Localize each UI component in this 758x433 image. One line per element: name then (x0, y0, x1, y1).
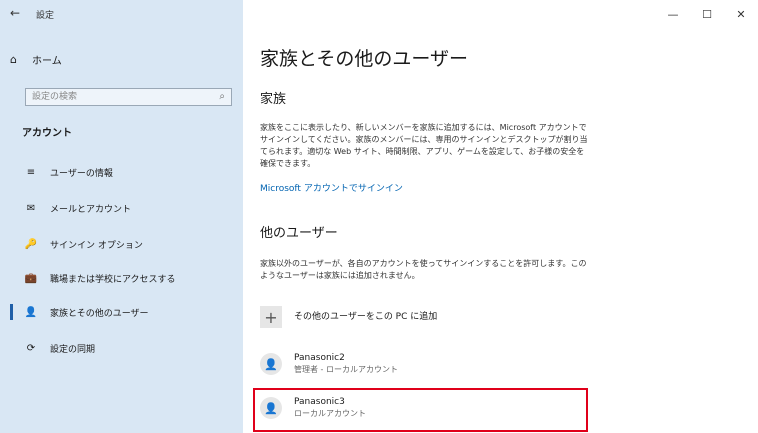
maximize-icon[interactable]: ☐ (690, 0, 724, 28)
person-icon: 👤 (24, 306, 38, 318)
key-icon: 🔑 (24, 238, 38, 250)
sidebar-item-label: ユーザーの情報 (50, 168, 113, 179)
user-role: ローカルアカウント (294, 409, 366, 418)
home-icon: ⌂ (10, 53, 17, 66)
plus-icon: + (260, 306, 282, 328)
back-arrow-icon[interactable]: ← (10, 6, 20, 20)
other-users-description: 家族以外のユーザーが、各自のアカウントを使ってサインインすることを許可します。こ… (260, 259, 587, 280)
sidebar-item-email-accounts[interactable]: ✉ メールとアカウント (0, 196, 243, 220)
section-heading: アカウント (22, 128, 72, 139)
sidebar-item-label: メールとアカウント (50, 204, 132, 215)
sidebar-item-your-info[interactable]: ≡ ユーザーの情報 (0, 160, 243, 184)
user-role: 管理者 - ローカルアカウント (294, 365, 398, 374)
person-icon: 👤 (260, 353, 282, 375)
user-item-panasonic2[interactable]: 👤 Panasonic2 管理者 - ローカルアカウント (260, 352, 398, 376)
search-input[interactable]: 設定の検索 ⌕ (25, 88, 232, 106)
list-person-icon: ≡ (26, 166, 36, 178)
family-description: 家族をここに表示したり、新しいメンバーを家族に追加するには、Microsoft … (260, 123, 588, 168)
user-item-panasonic3[interactable]: 👤 Panasonic3 ローカルアカウント (260, 396, 366, 420)
sidebar-item-home[interactable]: ⌂ ホーム (10, 52, 62, 67)
person-icon: 👤 (260, 397, 282, 419)
sidebar-item-label: ホーム (32, 56, 62, 67)
sidebar-item-label: 職場または学校にアクセスする (50, 274, 176, 285)
other-users-heading: 他のユーザー (260, 226, 338, 241)
page-title: 家族とその他のユーザー (260, 48, 469, 70)
sidebar-item-label: 設定の同期 (50, 344, 96, 355)
sidebar-item-label: サインイン オプション (50, 240, 143, 251)
title-bar: ← 設定 (0, 0, 243, 28)
family-heading: 家族 (260, 92, 287, 107)
search-placeholder: 設定の検索 (32, 92, 78, 102)
user-name: Panasonic3 (294, 397, 345, 407)
briefcase-icon: 💼 (24, 272, 38, 284)
sidebar-item-sign-in-options[interactable]: 🔑 サインイン オプション (0, 232, 243, 256)
main-content: — ☐ ✕ 家族とその他のユーザー 家族 家族をここに表示したり、新しいメンバー… (243, 0, 758, 433)
search-icon[interactable]: ⌕ (219, 89, 225, 105)
add-user-button[interactable]: + その他のユーザーをこの PC に追加 (260, 306, 437, 328)
minimize-icon[interactable]: — (656, 0, 690, 28)
app-title: 設定 (36, 11, 55, 21)
sidebar-item-label: 家族とその他のユーザー (50, 308, 149, 319)
sync-icon: ⟳ (26, 342, 36, 354)
microsoft-signin-link[interactable]: Microsoft アカウントでサインイン (260, 181, 403, 194)
sidebar-item-work-school[interactable]: 💼 職場または学校にアクセスする (0, 266, 243, 290)
mail-icon: ✉ (26, 202, 36, 214)
window-controls: — ☐ ✕ (656, 0, 758, 28)
sidebar-item-family-other-users[interactable]: 👤 家族とその他のユーザー (0, 300, 243, 324)
add-user-label: その他のユーザーをこの PC に追加 (294, 312, 438, 322)
close-icon[interactable]: ✕ (724, 0, 758, 28)
sidebar: ← 設定 ⌂ ホーム 設定の検索 ⌕ アカウント ≡ ユーザーの情報 ✉ メール… (0, 0, 243, 433)
sidebar-item-sync-settings[interactable]: ⟳ 設定の同期 (0, 336, 243, 360)
user-name: Panasonic2 (294, 353, 345, 363)
